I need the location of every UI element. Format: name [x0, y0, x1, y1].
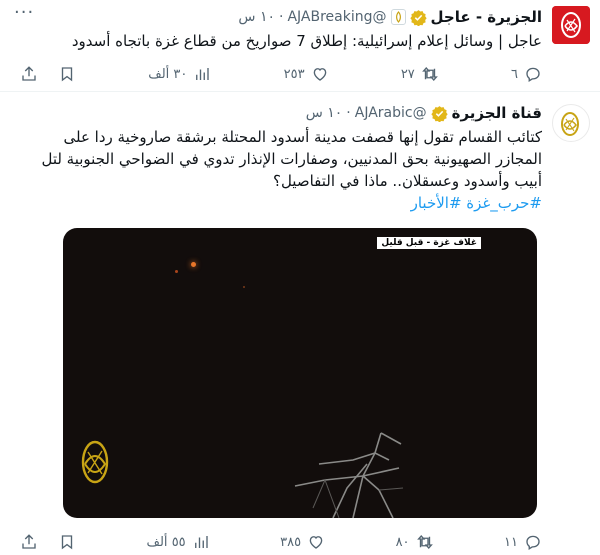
reply-count: ١١: [504, 534, 518, 550]
share-button[interactable]: [20, 533, 38, 551]
tweet-video[interactable]: غلاف غزة - قبل قليل: [63, 228, 537, 518]
aljazeera-logo-icon: [395, 11, 401, 23]
retweet-button[interactable]: ٢٧: [401, 65, 439, 83]
share-button[interactable]: [20, 65, 38, 83]
reply-icon: [526, 535, 540, 550]
action-bar: ١١ ٨٠ ٣٨٥ ٥٥ ألف: [20, 532, 542, 552]
reply-button[interactable]: ٦: [511, 65, 542, 83]
bookmark-button[interactable]: [58, 65, 76, 83]
retweet-icon: [421, 66, 438, 82]
author-name[interactable]: قناة الجزيرة: [452, 104, 542, 122]
affiliate-badge[interactable]: [390, 9, 406, 25]
reply-button[interactable]: ١١: [504, 533, 542, 551]
reply-count: ٦: [511, 66, 518, 82]
author-handle[interactable]: @AJABreaking: [287, 9, 386, 25]
share-icon: [22, 66, 36, 81]
tweet-text: عاجل | وسائل إعلام إسرائيلية: إطلاق 7 صو…: [71, 32, 542, 50]
author-handle[interactable]: @AJArabic: [355, 105, 427, 121]
verified-badge-icon: [430, 105, 448, 122]
more-icon[interactable]: ···: [14, 4, 34, 22]
like-count: ٢٥٣: [283, 66, 305, 82]
separator-dot: ·: [279, 9, 284, 25]
action-bar: ٦ ٢٧ ٢٥٣ ٣٠ ألف: [20, 64, 542, 84]
views-icon: [196, 68, 210, 80]
like-button[interactable]: ٢٥٣: [284, 65, 329, 83]
like-button[interactable]: ٣٨٥: [280, 533, 325, 551]
timestamp[interactable]: ١٠ س: [238, 9, 275, 25]
reply-icon: [526, 67, 540, 82]
like-icon: [309, 536, 323, 549]
bookmark-button[interactable]: [58, 533, 76, 551]
tweet-text: كتائب القسام تقول إنها قصفت مدينة أسدود …: [41, 128, 542, 190]
aljazeera-logo-icon: [561, 112, 579, 136]
verified-badge-icon: [409, 9, 427, 26]
retweet-button[interactable]: ٨٠: [396, 533, 434, 551]
bookmark-icon: [61, 535, 73, 550]
timestamp[interactable]: ١٠ س: [306, 105, 343, 121]
aljazeera-logo-icon: [552, 6, 590, 44]
tweet-aj-arabic[interactable]: قناة الجزيرة @AJArabic · ١٠ س كتائب القس…: [0, 93, 600, 555]
views-count: ٥٥ ألف: [146, 534, 186, 550]
views-icon: [194, 536, 208, 548]
views-button[interactable]: ٣٠ ألف: [148, 65, 211, 83]
like-count: ٣٨٥: [280, 534, 302, 550]
tweet-aja-breaking[interactable]: الجزيرة - عاجل @AJABreaking · ١٠ س ··· ع…: [0, 0, 600, 92]
like-icon: [313, 68, 326, 81]
author-name[interactable]: الجزيرة - عاجل: [431, 8, 542, 26]
avatar[interactable]: [552, 6, 590, 44]
retweet-count: ٨٠: [395, 534, 410, 550]
share-icon: [22, 534, 36, 549]
views-count: ٣٠ ألف: [148, 66, 188, 82]
retweet-count: ٢٧: [400, 66, 415, 82]
views-button[interactable]: ٥٥ ألف: [147, 533, 210, 551]
avatar[interactable]: [552, 104, 590, 142]
antenna-structure: [294, 432, 404, 518]
separator-dot: ·: [346, 105, 351, 121]
aljazeera-watermark-icon: [81, 440, 109, 484]
tweet-hashtags[interactable]: #حرب_غزة #الأخبار: [14, 192, 542, 214]
bookmark-icon: [61, 67, 73, 82]
retweet-icon: [416, 534, 433, 550]
